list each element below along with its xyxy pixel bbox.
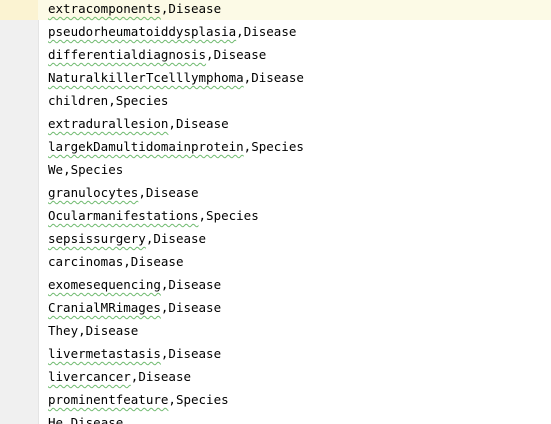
entity-text: CranialMRimages xyxy=(48,300,161,315)
entity-text: They xyxy=(48,323,79,338)
entity-label: Disease xyxy=(243,24,297,39)
entity-label: Disease xyxy=(145,185,199,200)
editor-line[interactable]: largekDamultidomainprotein,Species xyxy=(0,135,551,158)
entity-label: Disease xyxy=(168,300,222,315)
editor-line[interactable]: granulocytes,Disease xyxy=(0,181,551,204)
editor-line[interactable]: differentialdiagnosis,Disease xyxy=(0,43,551,66)
entity-label: Disease xyxy=(251,70,304,85)
entity-text: carcinomas xyxy=(48,254,124,269)
editor-line[interactable]: pseudorheumatoiddysplasia,Disease xyxy=(0,20,551,43)
entity-text: extradurallesion xyxy=(48,116,169,131)
entity-text: NaturalkillerTcelllymphoma xyxy=(48,70,244,85)
separator: , xyxy=(78,323,86,338)
editor-line[interactable]: extradurallesion,Disease xyxy=(0,112,551,135)
editor-line[interactable]: They,Disease xyxy=(0,319,551,342)
entity-label: Disease xyxy=(153,231,207,246)
entity-label: Species xyxy=(175,392,229,407)
entity-text: children xyxy=(48,93,109,108)
entity-text: exomesequencing xyxy=(48,277,161,292)
entity-label: Disease xyxy=(138,369,192,384)
separator: , xyxy=(236,24,244,39)
separator: , xyxy=(168,392,176,407)
separator: , xyxy=(138,185,146,200)
entity-label: Disease xyxy=(213,47,267,62)
editor-line[interactable]: He,Disease xyxy=(0,411,551,424)
editor-lines: extracomponents,Disease pseudorheumatoid… xyxy=(0,0,551,424)
editor-line[interactable]: carcinomas,Disease xyxy=(0,250,551,273)
editor-line[interactable]: NaturalkillerTcelllymphoma,Disease xyxy=(0,66,551,89)
separator: , xyxy=(168,116,176,131)
editor-line[interactable]: livermetastasis,Disease xyxy=(0,342,551,365)
separator: , xyxy=(198,208,207,223)
entity-text: largekDamultidomainprotein xyxy=(48,139,244,154)
entity-text: pseudorheumatoiddysplasia xyxy=(48,24,237,39)
entity-text: extracomponents xyxy=(48,1,161,16)
entity-label: Disease xyxy=(85,323,139,338)
entity-label: Disease xyxy=(168,1,222,16)
entity-text: Ocularmanifestations xyxy=(48,208,199,223)
separator: , xyxy=(108,93,116,108)
separator: , xyxy=(63,162,71,177)
entity-label: Species xyxy=(115,93,169,108)
entity-text: differentialdiagnosis xyxy=(48,47,207,62)
entity-text: We xyxy=(48,162,64,177)
text-editor[interactable]: extracomponents,Disease pseudorheumatoid… xyxy=(0,0,551,424)
editor-line[interactable]: Ocularmanifestations,Species xyxy=(0,204,551,227)
entity-text: granulocytes xyxy=(48,185,139,200)
separator: , xyxy=(206,47,214,62)
entity-label: Species xyxy=(70,162,124,177)
editor-line[interactable]: prominentfeature,Species xyxy=(0,388,551,411)
entity-label: Disease xyxy=(70,415,124,424)
entity-label: Disease xyxy=(168,277,222,292)
entity-text: livermetastasis xyxy=(48,346,161,361)
editor-line[interactable]: We,Species xyxy=(0,158,551,181)
editor-line[interactable]: sepsissurgery,Disease xyxy=(0,227,551,250)
editor-line-current[interactable]: extracomponents,Disease xyxy=(0,0,551,20)
entity-label: Disease xyxy=(168,346,222,361)
entity-label: Disease xyxy=(175,116,229,131)
entity-text: livercancer xyxy=(48,369,131,384)
editor-line[interactable]: CranialMRimages,Disease xyxy=(0,296,551,319)
entity-text: sepsissurgery xyxy=(48,231,146,246)
entity-label: Disease xyxy=(130,254,184,269)
entity-text: He xyxy=(48,415,64,424)
entity-label: Species xyxy=(251,139,304,154)
entity-label: Species xyxy=(206,208,259,223)
separator: , xyxy=(63,415,71,424)
entity-text: prominentfeature xyxy=(48,392,169,407)
editor-line[interactable]: livercancer,Disease xyxy=(0,365,551,388)
editor-line[interactable]: exomesequencing,Disease xyxy=(0,273,551,296)
editor-line[interactable]: children,Species xyxy=(0,89,551,112)
separator: , xyxy=(123,254,131,269)
